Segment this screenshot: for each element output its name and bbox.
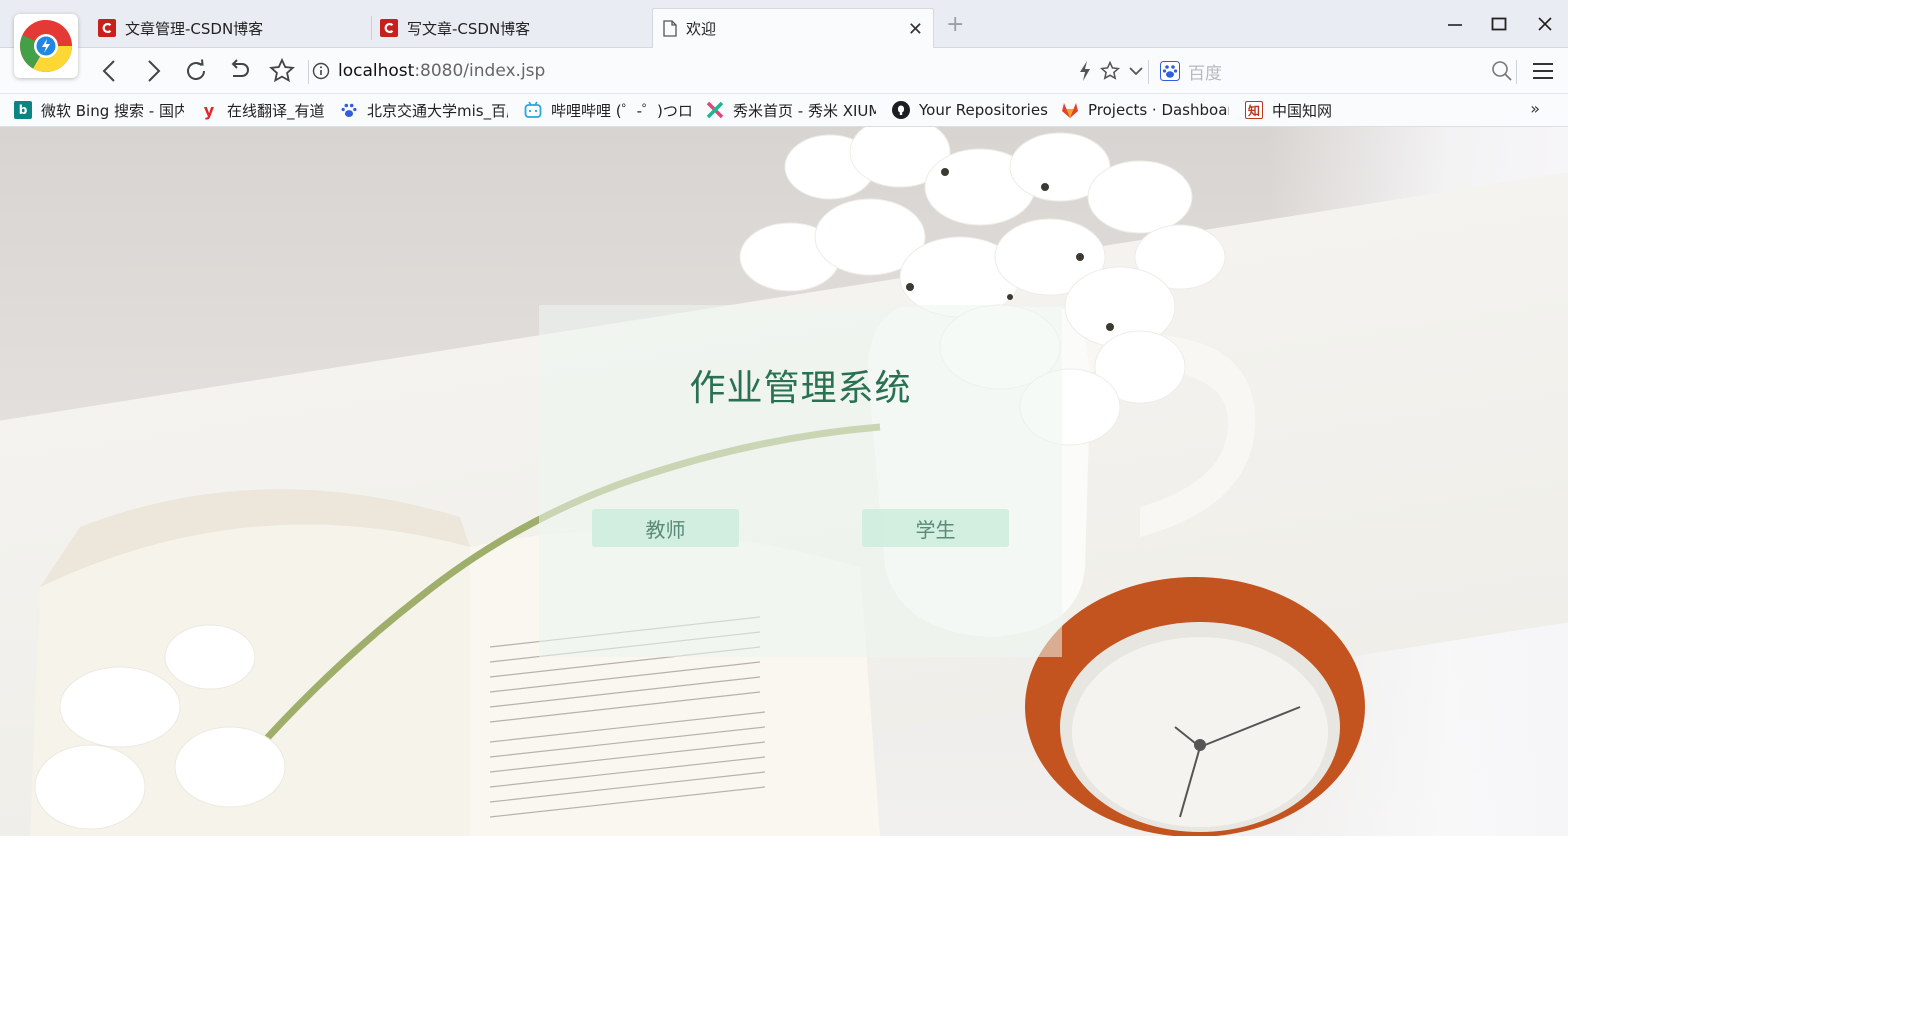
youdao-icon: y <box>203 100 215 120</box>
tab-bar: 文章管理-CSDN博客 写文章-CSDN博客 欢迎 ✕ + <box>0 0 1568 48</box>
browser-logo[interactable] <box>14 14 78 78</box>
favorite-star-icon[interactable] <box>1096 57 1124 85</box>
bookmark-label: Projects · Dashboard <box>1088 101 1229 119</box>
tab-article-management[interactable]: 文章管理-CSDN博客 <box>88 8 370 48</box>
student-button[interactable]: 学生 <box>862 509 1009 547</box>
bing-icon: b <box>14 101 32 119</box>
csdn-icon <box>380 19 398 37</box>
url-host: localhost <box>338 61 415 81</box>
chevron-down-icon[interactable] <box>1122 57 1150 85</box>
teacher-button[interactable]: 教师 <box>592 509 739 547</box>
bookmark-star-icon[interactable] <box>268 57 296 85</box>
bookmark-bjtu-mis[interactable]: 北京交通大学mis_百度 <box>340 99 508 121</box>
new-tab-icon[interactable]: + <box>946 14 964 36</box>
search-placeholder: 百度 <box>1188 63 1222 84</box>
url-field[interactable]: localhost:8080/index.jsp <box>312 56 545 86</box>
tab-write-article[interactable]: 写文章-CSDN博客 <box>370 8 652 48</box>
page-title: 作业管理系统 <box>689 368 912 409</box>
bookmark-label: 秀米首页 - 秀米 XIUMI <box>733 101 876 120</box>
csdn-icon <box>98 19 116 37</box>
bookmark-bing[interactable]: b 微软 Bing 搜索 - 国内 <box>14 99 184 121</box>
page-content: 作业管理系统 教师 学生 <box>0 127 1568 836</box>
divider <box>1516 60 1517 84</box>
forward-icon[interactable] <box>139 57 167 85</box>
bookmarks-bar: b 微软 Bing 搜索 - 国内 y 在线翻译_有道 北京交通大学mis_百度… <box>0 94 1568 127</box>
search-field[interactable]: 百度 <box>1160 57 1222 85</box>
bookmark-label: 北京交通大学mis_百度 <box>367 101 508 120</box>
close-window-icon[interactable] <box>1530 10 1560 38</box>
role-select-panel: 作业管理系统 教师 学生 <box>539 305 1062 657</box>
github-icon <box>892 101 910 119</box>
bookmark-label: 微软 Bing 搜索 - 国内 <box>41 101 184 120</box>
xiumi-icon <box>706 101 724 119</box>
gitlab-icon <box>1061 101 1079 119</box>
cnki-icon: 知 <box>1245 101 1263 119</box>
document-icon <box>663 20 677 37</box>
bookmark-gitlab[interactable]: Projects · Dashboard <box>1061 99 1229 121</box>
menu-icon[interactable] <box>1529 57 1557 85</box>
back-icon[interactable] <box>96 57 124 85</box>
speed-mode-icon[interactable] <box>1071 57 1099 85</box>
tab-title: 文章管理-CSDN博客 <box>125 19 264 38</box>
url-path: :8080/index.jsp <box>414 61 546 81</box>
reload-icon[interactable] <box>182 57 210 85</box>
bookmark-label: 中国知网 <box>1272 101 1333 120</box>
minimize-icon[interactable] <box>1440 10 1470 38</box>
bookmark-label: Your Repositories <box>919 101 1048 119</box>
undo-close-icon[interactable] <box>226 57 254 85</box>
bookmark-label: 哔哩哔哩 (゜-゜)つロ <box>551 101 692 120</box>
bookmark-label: 在线翻译_有道 <box>227 101 324 120</box>
bookmark-github[interactable]: Your Repositories <box>892 99 1052 121</box>
bookmark-cnki[interactable]: 知 中国知网 <box>1245 99 1355 121</box>
tab-welcome[interactable]: 欢迎 ✕ <box>652 8 934 48</box>
tab-title: 写文章-CSDN博客 <box>407 19 531 38</box>
info-icon[interactable] <box>312 62 330 80</box>
maximize-icon[interactable] <box>1484 10 1514 38</box>
close-tab-icon[interactable]: ✕ <box>908 19 923 40</box>
baidu-icon <box>1160 61 1180 81</box>
bookmark-youdao[interactable]: y 在线翻译_有道 <box>200 99 324 121</box>
baidu-paw-icon <box>340 101 358 119</box>
more-bookmarks-icon[interactable]: » <box>1530 99 1540 118</box>
bookmark-xiumi[interactable]: 秀米首页 - 秀米 XIUMI <box>706 99 876 121</box>
address-toolbar: localhost:8080/index.jsp 百度 <box>0 48 1568 94</box>
divider <box>1148 60 1149 84</box>
tab-title: 欢迎 <box>686 20 717 38</box>
bilibili-icon <box>524 101 542 119</box>
search-icon[interactable] <box>1488 57 1516 85</box>
divider <box>308 60 309 84</box>
bookmark-bilibili[interactable]: 哔哩哔哩 (゜-゜)つロ <box>524 99 692 121</box>
